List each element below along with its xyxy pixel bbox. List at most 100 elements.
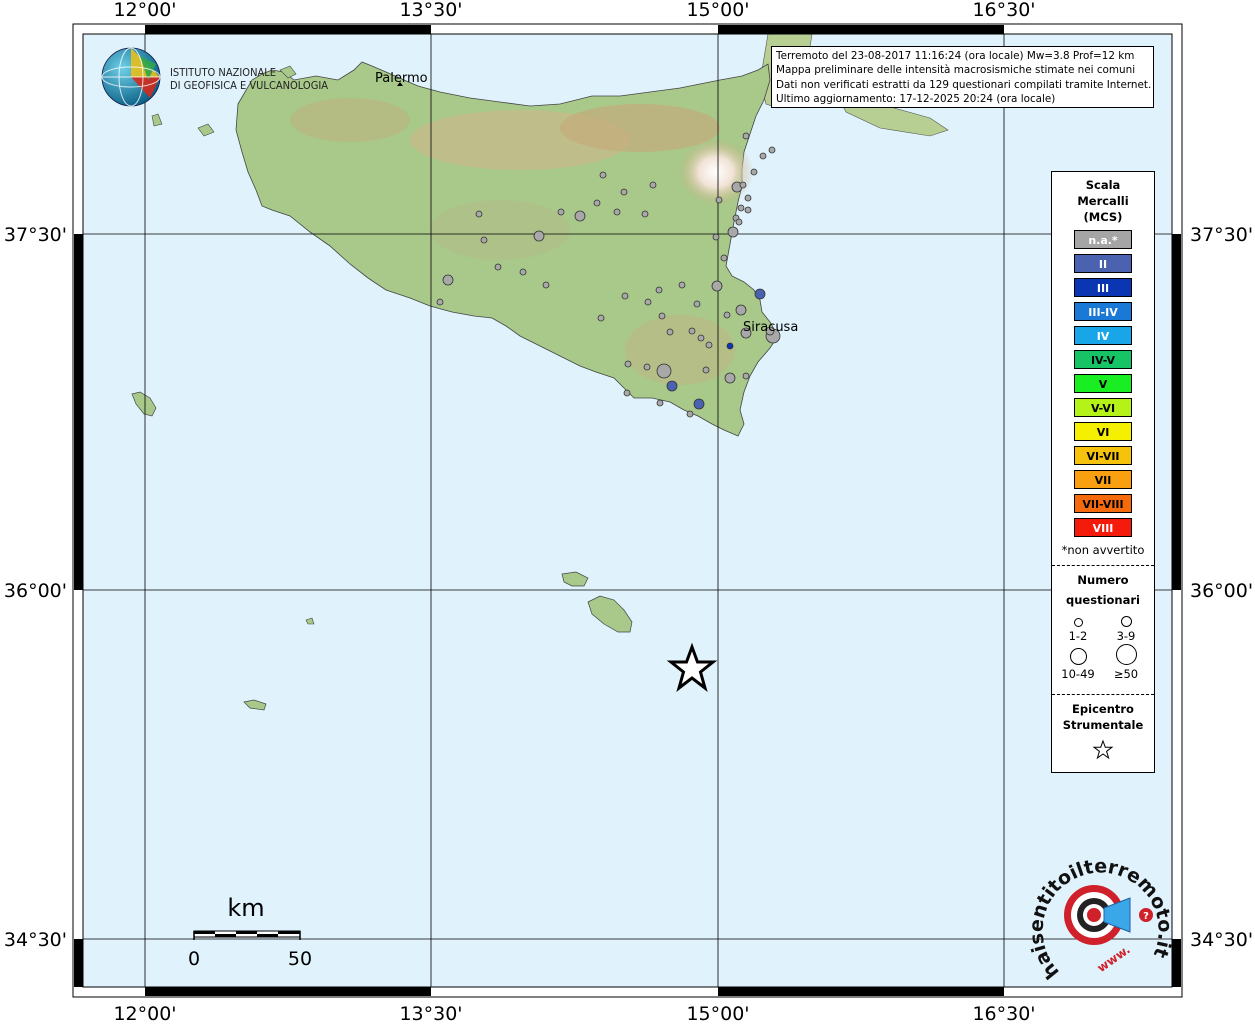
intensity-point <box>737 204 745 212</box>
lon-label-bottom: 12°00' <box>113 1003 176 1024</box>
info-line: Terremoto del 23-08-2017 11:16:24 (ora l… <box>776 50 1135 62</box>
lat-label-left: 34°30' <box>4 929 67 951</box>
lat-labels-left: 37°30' 36°00' 34°30' <box>4 224 67 951</box>
city-label: Siracusa <box>743 320 798 335</box>
intensity-point <box>620 188 628 196</box>
intensity-swatch: V-VI <box>1074 398 1132 417</box>
intensity-point <box>724 372 736 384</box>
svg-text:?: ? <box>1143 911 1149 922</box>
intensity-point <box>621 292 629 300</box>
intensity-swatch: n.a.* <box>1074 230 1132 249</box>
intensity-point <box>697 334 705 342</box>
size-circle-icon <box>1073 618 1083 627</box>
intensity-point <box>715 196 723 204</box>
size-key: ≥50 <box>1106 644 1146 681</box>
legend-title-line3: (MCS) <box>1083 210 1123 224</box>
intensity-point <box>593 199 601 207</box>
legend-separator <box>1052 694 1154 695</box>
intensity-swatch: VIII <box>1074 518 1132 537</box>
legend-panel: Scala Mercalli (MCS) n.a.* II III III-IV IV I… <box>1051 171 1155 773</box>
intensity-point <box>623 389 631 397</box>
intensity-point <box>735 218 743 226</box>
intensity-point <box>666 328 674 336</box>
intensity-swatch: IV-V <box>1074 350 1132 369</box>
intensity-point <box>686 410 694 418</box>
etna-relief <box>678 138 754 206</box>
intensity-point <box>542 281 550 289</box>
city-palermo: Palermo <box>375 71 428 86</box>
intensity-point <box>649 181 657 189</box>
scale-unit: km <box>227 894 264 922</box>
intensity-point <box>613 208 621 216</box>
palermo-mountains-relief <box>290 98 410 142</box>
sicani-relief <box>430 200 570 260</box>
ingv-line1: ISTITUTO NAZIONALE <box>170 66 276 79</box>
intensity-point <box>557 208 565 216</box>
size-label: 3-9 <box>1116 629 1136 643</box>
intensity-point <box>750 168 758 176</box>
lat-label-left: 36°00' <box>4 580 67 602</box>
legend-title-line1: Scala <box>1085 178 1121 192</box>
lat-label-right: 34°30' <box>1190 929 1253 951</box>
intensity-point <box>754 288 766 300</box>
count-title-line2: questionari <box>1066 593 1140 607</box>
intensity-point <box>655 286 663 294</box>
lon-label-bottom: 13°30' <box>399 1003 462 1024</box>
size-circle-icon <box>1120 616 1132 627</box>
iblei-relief <box>625 315 735 385</box>
info-line: Dati non verificati estratti da 129 ques… <box>776 78 1152 91</box>
intensity-swatch: III-IV <box>1074 302 1132 321</box>
intensity-swatch: VII-VIII <box>1074 494 1132 513</box>
info-line: Ultimo aggiornamento: 17-12-2025 20:24 (… <box>776 93 1056 106</box>
earthquake-info-box: Terremoto del 23-08-2017 11:16:24 (ora l… <box>771 46 1154 108</box>
intensity-point <box>480 236 488 244</box>
intensity-point <box>519 268 527 276</box>
legend-star-icon <box>1092 739 1114 760</box>
intensity-point <box>475 210 483 218</box>
lon-label-top: 16°30' <box>972 0 1035 21</box>
lat-labels-right: 37°30' 36°00' 34°30' <box>1190 224 1253 951</box>
lon-label-bottom: 16°30' <box>972 1003 1035 1024</box>
intensity-point <box>726 342 734 350</box>
epicenter-title-line1: Epicentro <box>1072 702 1134 716</box>
city-siracusa: Siracusa <box>743 320 798 335</box>
intensity-point <box>442 274 454 286</box>
legend-separator <box>1052 565 1154 566</box>
intensity-point <box>711 280 723 292</box>
count-title-line1: Numero <box>1077 573 1129 587</box>
size-circle-icon <box>1069 648 1087 665</box>
intensity-point <box>712 233 720 241</box>
lon-label-bottom: 15°00' <box>686 1003 749 1024</box>
intensity-point <box>656 399 664 407</box>
intensity-point <box>436 298 444 306</box>
intensity-point <box>693 300 701 308</box>
intensity-point <box>744 206 752 214</box>
intensity-swatch: IV <box>1074 326 1132 345</box>
size-key: 10-49 <box>1058 648 1098 681</box>
lon-label-top: 13°30' <box>399 0 462 21</box>
lat-label-right: 37°30' <box>1190 224 1253 246</box>
size-label: 1-2 <box>1068 629 1088 643</box>
count-sizes: 1-2 3-9 10-49 ≥50 <box>1052 608 1154 681</box>
lat-label-left: 37°30' <box>4 224 67 246</box>
intensity-swatch: VI <box>1074 422 1132 441</box>
intensity-point <box>666 380 678 392</box>
lon-label-top: 12°00' <box>113 0 176 21</box>
scale-end: 50 <box>288 948 312 970</box>
intensity-point <box>574 210 586 222</box>
intensity-point <box>723 311 731 319</box>
epicenter-title-line2: Strumentale <box>1062 718 1144 732</box>
intensity-point <box>768 146 776 154</box>
intensity-swatch: III <box>1074 278 1132 297</box>
intensity-point <box>693 398 705 410</box>
intensity-point <box>742 372 750 380</box>
intensity-point <box>641 210 649 218</box>
scale-start: 0 <box>188 948 200 970</box>
intensity-swatch: VII <box>1074 470 1132 489</box>
lon-label-top: 15°00' <box>686 0 749 21</box>
intensity-point <box>688 327 696 335</box>
intensity-swatch: V <box>1074 374 1132 393</box>
info-line: Mappa preliminare delle intensità macros… <box>776 64 1136 77</box>
intensity-point <box>720 254 728 262</box>
size-key: 3-9 <box>1106 614 1146 643</box>
